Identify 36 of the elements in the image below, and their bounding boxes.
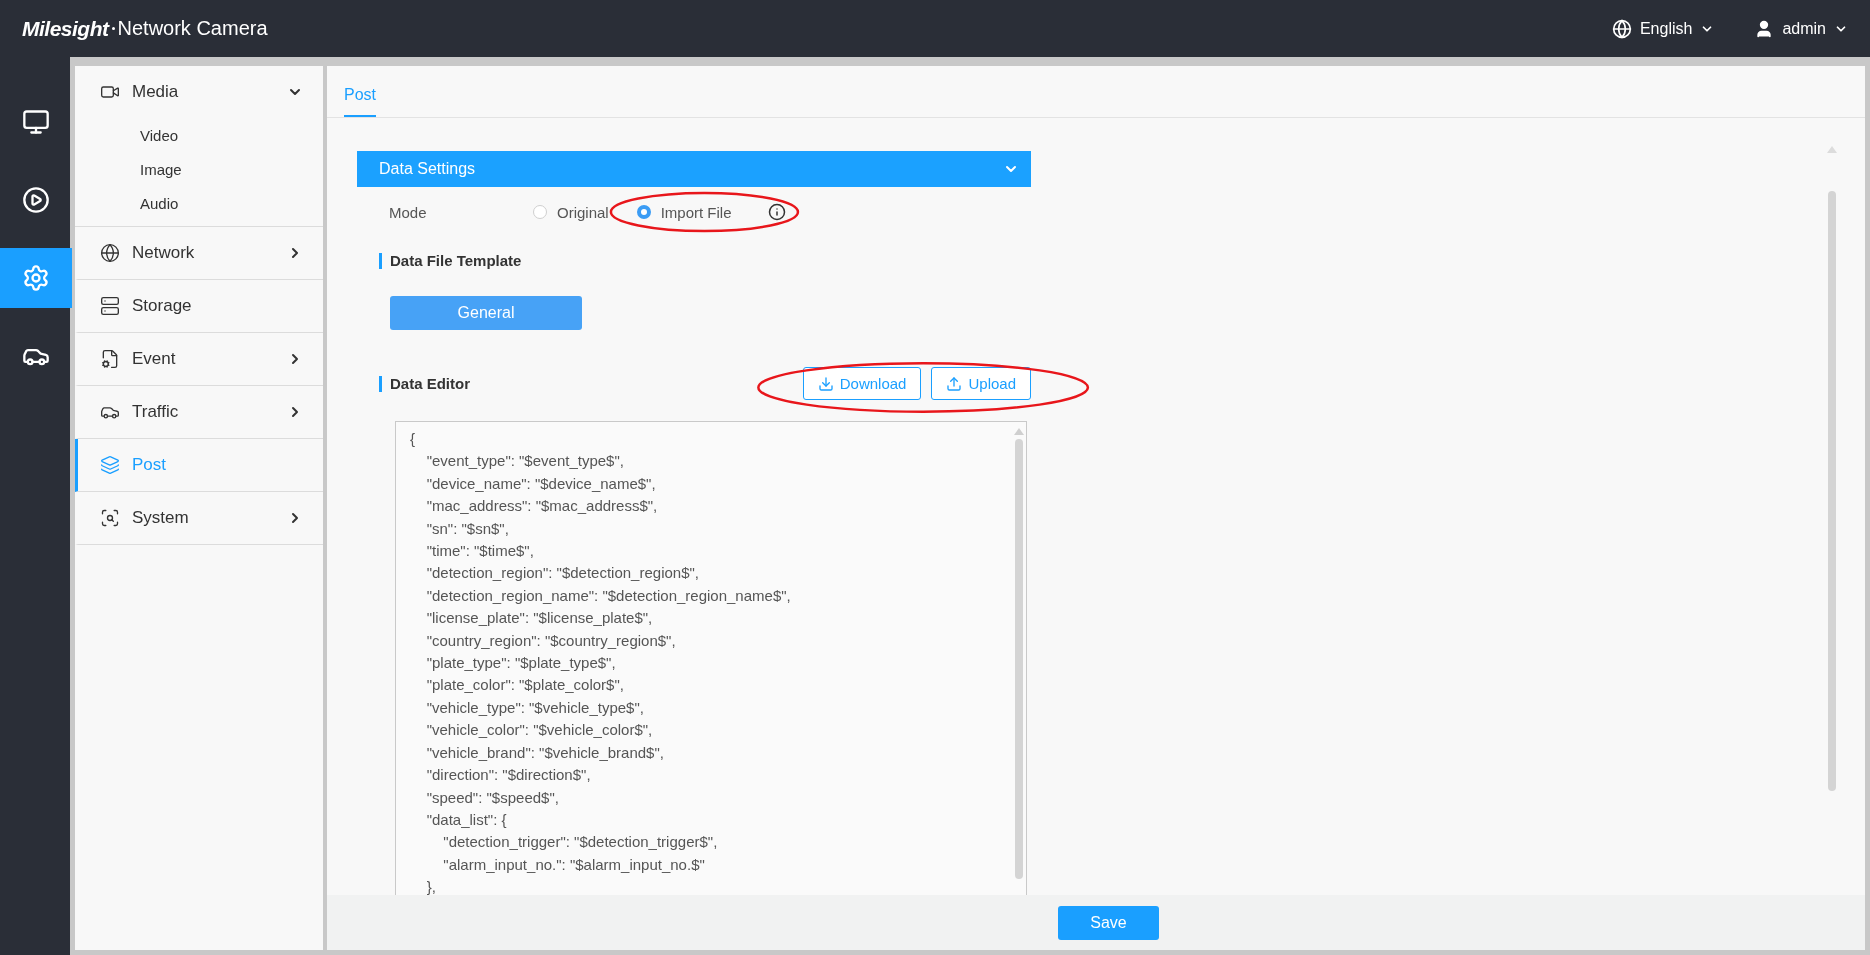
globe-icon <box>1611 18 1632 39</box>
monitor-icon <box>22 108 50 136</box>
globe-icon <box>100 243 120 263</box>
nav-item[interactable]: Storage <box>75 280 323 333</box>
radio-button[interactable] <box>533 205 547 219</box>
layers-icon <box>100 455 120 475</box>
search-icon <box>100 508 120 528</box>
nav-subitem[interactable]: Image <box>75 152 323 186</box>
nav-item[interactable]: Media <box>75 66 323 118</box>
info-icon[interactable] <box>767 203 786 221</box>
server-icon <box>100 296 120 316</box>
nav-item[interactable]: System <box>75 492 323 545</box>
radio-option[interactable]: Original <box>533 203 609 221</box>
nav-subitem[interactable]: Audio <box>75 186 323 220</box>
radio-button[interactable] <box>636 205 651 219</box>
app-title: Network Camera <box>117 17 268 40</box>
scrollbar-thumb[interactable] <box>1015 439 1023 879</box>
nav-subitem[interactable]: Video <box>75 118 323 152</box>
play-icon <box>22 186 50 214</box>
user-menu[interactable]: admin <box>1754 18 1848 39</box>
section-title: Data File Template <box>379 253 1825 269</box>
scrollbar-thumb[interactable] <box>1828 191 1836 791</box>
language-menu[interactable]: English <box>1611 18 1715 39</box>
scroll-up-icon[interactable] <box>1014 428 1024 435</box>
section-title: Data Editor <box>379 375 470 392</box>
nav-item[interactable]: Network <box>75 227 323 280</box>
download-icon <box>817 375 834 392</box>
logo: Milesight <box>22 16 109 41</box>
document-icon <box>100 349 120 369</box>
code-editor[interactable]: { "event_type": "$event_type$", "device_name": "$device_name$", "mac_address": "$mac_address$", "sn": "$sn$", "time": "$time$", "detection_region": "$detection_region$", "detection_region_name": "$detection_region_name$", "license_plate": "$license_plate$", "country_region": "$country_region$", "plate_type": "$plate_type$", "plate_color": "$plate_color$", "vehicle_type": "$vehicle_type$", "vehicle_color": "$vehicle_color$", "vehicle_brand": "$vehicle_brand$", "direction": "$direction$", "speed": "$speed$", "data_list": { "detection_trigger": "$detection_trigger$", "alarm_input_no.": "$alarm_input_no.$" }, <box>395 421 1027 895</box>
nav-item[interactable]: Event <box>75 333 323 386</box>
nav-item[interactable]: Traffic <box>75 386 323 439</box>
separator-dot <box>111 27 115 30</box>
gear-icon <box>22 264 50 292</box>
field-label: Mode <box>389 203 428 221</box>
upload-icon <box>946 375 963 392</box>
